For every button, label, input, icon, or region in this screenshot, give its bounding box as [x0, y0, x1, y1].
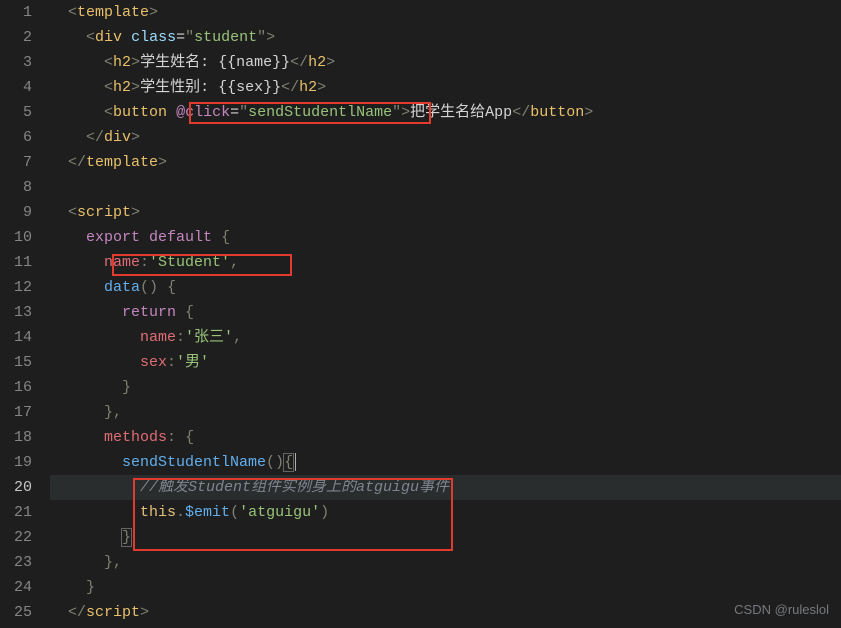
code-line[interactable]: <button @click="sendStudentlName">把学生名给A…	[50, 100, 841, 125]
code-line[interactable]: <h2>学生性别: {{sex}}</h2>	[50, 75, 841, 100]
code-line[interactable]: </script>	[50, 600, 841, 625]
code-line[interactable]: },	[50, 550, 841, 575]
line-number: 20	[0, 475, 32, 500]
line-number: 1	[0, 0, 32, 25]
line-number: 19	[0, 450, 32, 475]
code-line[interactable]: return {	[50, 300, 841, 325]
code-line[interactable]: methods: {	[50, 425, 841, 450]
line-number: 2	[0, 25, 32, 50]
line-number: 17	[0, 400, 32, 425]
code-line[interactable]: this.$emit('atguigu')	[50, 500, 841, 525]
line-number: 5	[0, 100, 32, 125]
code-editor[interactable]: 1234567891011121314151617181920212223242…	[0, 0, 841, 625]
line-number: 6	[0, 125, 32, 150]
line-number: 24	[0, 575, 32, 600]
line-number: 4	[0, 75, 32, 100]
code-line[interactable]: }	[50, 525, 841, 550]
line-number: 3	[0, 50, 32, 75]
code-line[interactable]: }	[50, 375, 841, 400]
line-number: 18	[0, 425, 32, 450]
line-number: 13	[0, 300, 32, 325]
text-cursor	[295, 453, 296, 471]
line-number: 15	[0, 350, 32, 375]
code-area[interactable]: <template> <div class="student"> <h2>学生姓…	[50, 0, 841, 625]
code-line[interactable]: export default {	[50, 225, 841, 250]
line-number: 11	[0, 250, 32, 275]
code-line[interactable]: </template>	[50, 150, 841, 175]
line-number: 14	[0, 325, 32, 350]
code-line[interactable]: <template>	[50, 0, 841, 25]
line-number: 8	[0, 175, 32, 200]
code-line[interactable]: name:'Student',	[50, 250, 841, 275]
code-line[interactable]: name:'张三',	[50, 325, 841, 350]
line-number: 21	[0, 500, 32, 525]
line-number: 9	[0, 200, 32, 225]
code-line[interactable]: //触发Student组件实例身上的atguigu事件	[50, 475, 841, 500]
line-number: 12	[0, 275, 32, 300]
line-number: 25	[0, 600, 32, 625]
code-line[interactable]: <script>	[50, 200, 841, 225]
code-line[interactable]: <h2>学生姓名: {{name}}</h2>	[50, 50, 841, 75]
code-line[interactable]: sendStudentlName(){	[50, 450, 841, 475]
watermark: CSDN @ruleslol	[734, 597, 829, 622]
code-line[interactable]: },	[50, 400, 841, 425]
line-number: 7	[0, 150, 32, 175]
line-number: 10	[0, 225, 32, 250]
line-number: 23	[0, 550, 32, 575]
code-line[interactable]	[50, 175, 841, 200]
code-line[interactable]: data() {	[50, 275, 841, 300]
code-line[interactable]: sex:'男'	[50, 350, 841, 375]
code-line[interactable]: <div class="student">	[50, 25, 841, 50]
line-number-gutter: 1234567891011121314151617181920212223242…	[0, 0, 50, 625]
code-line[interactable]: </div>	[50, 125, 841, 150]
line-number: 16	[0, 375, 32, 400]
line-number: 22	[0, 525, 32, 550]
code-line[interactable]: }	[50, 575, 841, 600]
